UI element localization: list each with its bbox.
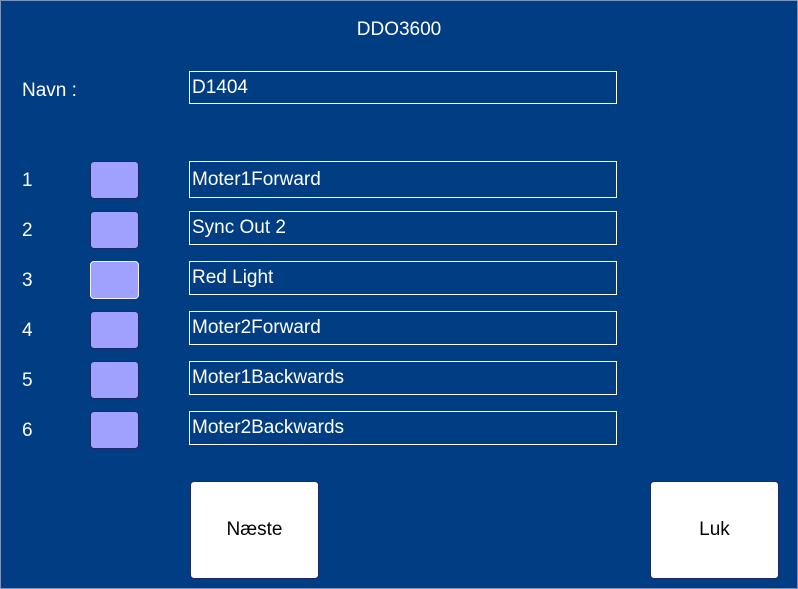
channel-name-input-3[interactable] — [189, 261, 617, 295]
channel-number-6: 6 — [22, 420, 33, 441]
channel-name-input-4[interactable] — [189, 311, 617, 345]
channel-number-2: 2 — [22, 220, 33, 241]
channel-name-input-5[interactable] — [189, 361, 617, 395]
channel-toggle-5[interactable] — [90, 361, 139, 399]
channel-toggle-4[interactable] — [90, 311, 139, 349]
next-button[interactable]: Næste — [190, 481, 319, 579]
close-button[interactable]: Luk — [650, 481, 779, 579]
channel-name-input-1[interactable] — [189, 161, 617, 198]
channel-name-input-2[interactable] — [189, 211, 617, 245]
name-input[interactable] — [189, 71, 617, 104]
channel-number-3: 3 — [22, 270, 33, 291]
channel-number-5: 5 — [22, 370, 33, 391]
channel-toggle-1[interactable] — [90, 161, 139, 199]
channel-toggle-6[interactable] — [90, 411, 139, 449]
channel-toggle-3[interactable] — [90, 261, 139, 299]
channel-number-1: 1 — [22, 170, 33, 191]
name-label: Navn : — [22, 80, 77, 101]
channel-toggle-2[interactable] — [90, 211, 139, 249]
channel-number-4: 4 — [22, 320, 33, 341]
channel-name-input-6[interactable] — [189, 411, 617, 445]
dialog-title: DDO3600 — [356, 19, 442, 40]
device-dialog: DDO3600 Navn : 1 2 3 4 5 6 Næste Luk — [0, 0, 798, 589]
